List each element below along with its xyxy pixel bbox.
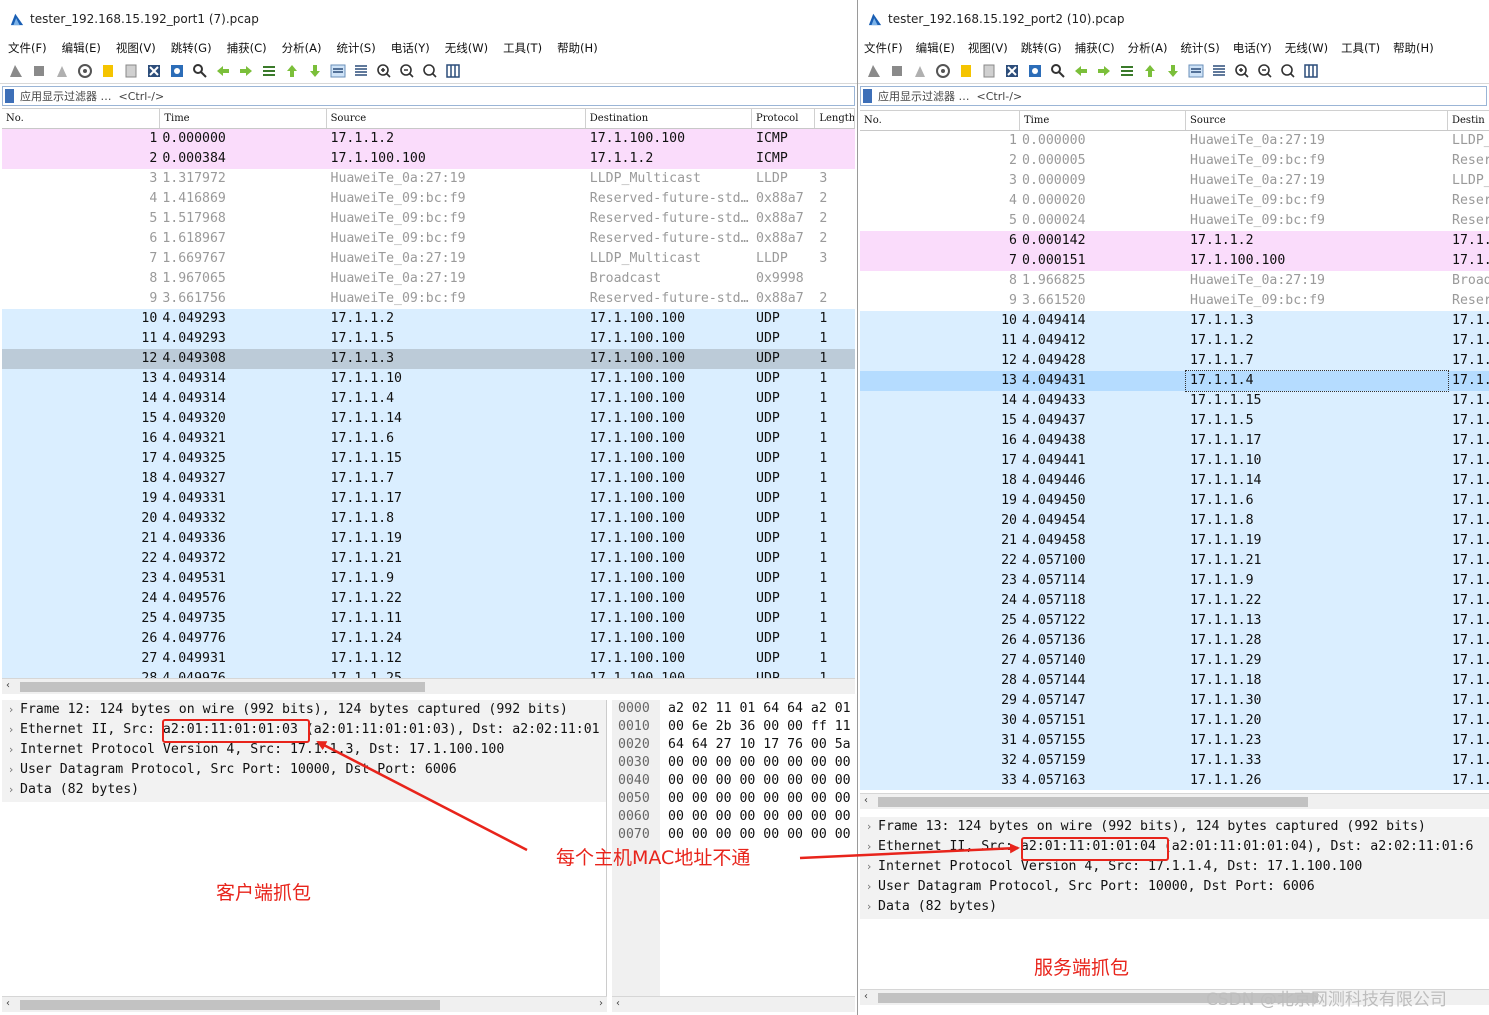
watermark: CSDN @北京网测科技有限公司 <box>1206 990 1447 1010</box>
server-capture-label: 服务端抓包 <box>1034 957 1130 979</box>
mac-difference-note: 每个主机MAC地址不通 <box>556 847 751 869</box>
arrow-to-client-mac <box>316 740 528 852</box>
client-capture-label: 客户端抓包 <box>216 882 312 904</box>
arrow-to-server-mac <box>799 843 1020 860</box>
